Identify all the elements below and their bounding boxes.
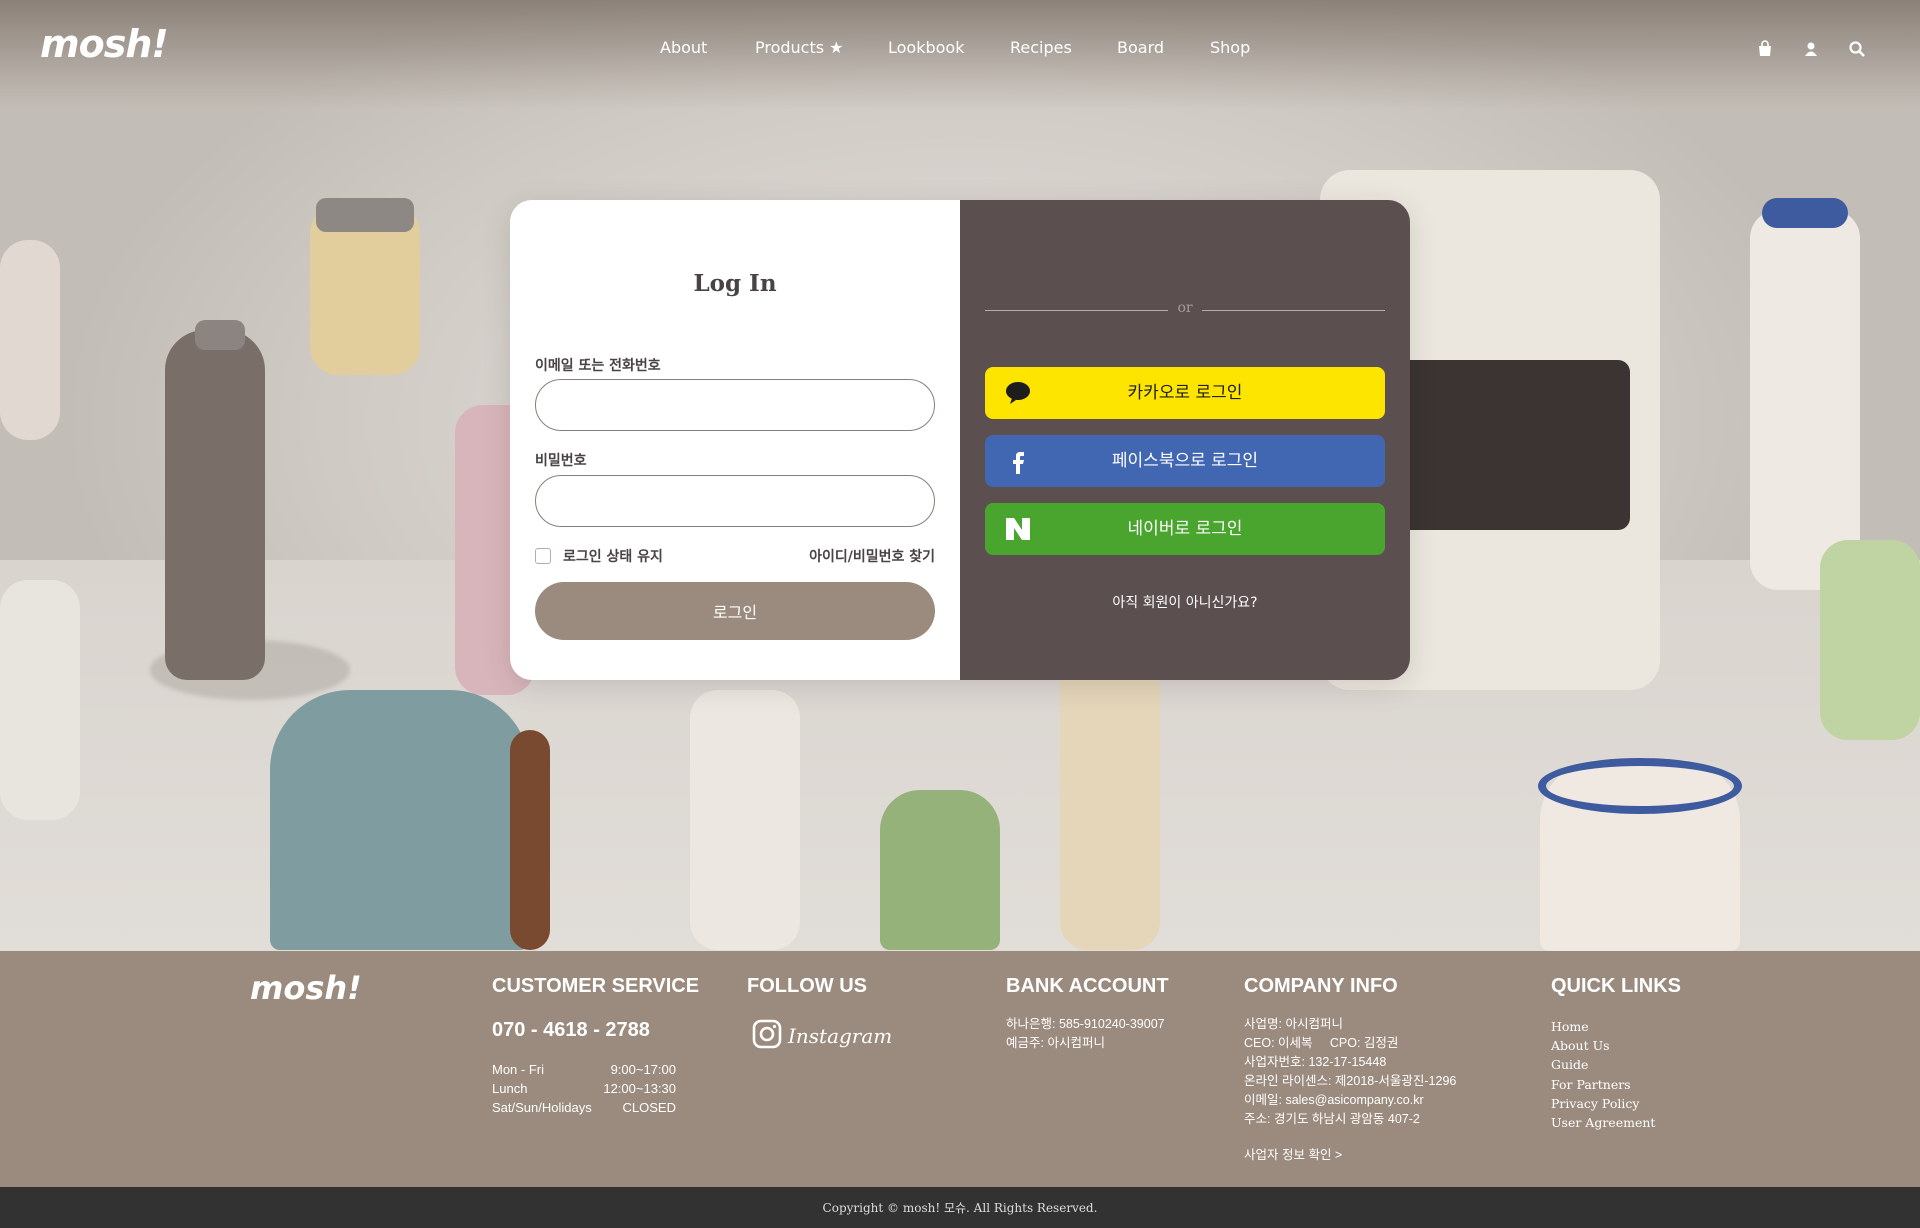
nav-shop[interactable]: Shop <box>1210 38 1250 57</box>
signup-link[interactable]: 아직 회원이 아니신가요? <box>960 592 1410 612</box>
keep-logged-in-checkbox[interactable] <box>535 548 551 564</box>
quick-link-guide[interactable]: Guide <box>1551 1055 1655 1074</box>
quick-link-about[interactable]: About Us <box>1551 1036 1655 1055</box>
company-info-heading: COMPANY INFO <box>1244 975 1398 997</box>
naver-login-label: 네이버로 로그인 <box>1127 519 1243 539</box>
footer-logo[interactable]: mosh! <box>250 969 362 1007</box>
copyright-bar: Copyright © mosh! 모슈. All Rights Reserve… <box>0 1187 1920 1228</box>
hours-time: CLOSED <box>622 1100 676 1115</box>
red-bottle-image <box>0 240 60 440</box>
facebook-login-label: 페이스북으로 로그인 <box>1111 451 1259 471</box>
green-jar-image <box>1820 540 1920 740</box>
quick-link-home[interactable]: Home <box>1551 1017 1655 1036</box>
company-line: 이메일: sales@asicompany.co.kr <box>1244 1093 1424 1107</box>
search-icon[interactable] <box>1848 40 1866 58</box>
hours-time: 12:00~13:30 <box>603 1081 676 1096</box>
quick-link-privacy[interactable]: Privacy Policy <box>1551 1094 1655 1113</box>
facebook-login-button[interactable]: 페이스북으로 로그인 <box>985 435 1385 487</box>
quick-links: Home About Us Guide For Partners Privacy… <box>1551 1017 1655 1132</box>
company-line: 사업명: 아시컴퍼니 <box>1244 1017 1343 1031</box>
password-input[interactable] <box>535 475 935 527</box>
nav-about[interactable]: About <box>660 38 707 57</box>
social-login-panel: or 카카오로 로그인 페이스북으로 로그인 네이버로 로그인 아직 회원이 아… <box>960 200 1410 680</box>
main-nav: About Products ★ Lookbook Recipes Board … <box>0 38 1920 62</box>
find-id-password-link[interactable]: 아이디/비밀번호 찾기 <box>809 546 935 566</box>
login-card: Log In 이메일 또는 전화번호 비밀번호 로그인 상태 유지 아이디/비밀… <box>510 200 1410 680</box>
login-title: Log In <box>693 270 777 297</box>
divider <box>1202 310 1385 311</box>
green-bottle-image <box>880 790 1000 950</box>
company-line: 사업자번호: 132-17-15448 <box>1244 1055 1387 1069</box>
cream-bottle-image <box>690 690 800 950</box>
email-phone-label: 이메일 또는 전화번호 <box>535 358 661 374</box>
nav-board[interactable]: Board <box>1117 38 1164 57</box>
company-info: 사업명: 아시컴퍼니 CEO: 이세복 CPO: 김정권 사업자번호: 132-… <box>1244 1015 1456 1165</box>
quick-link-agreement[interactable]: User Agreement <box>1551 1113 1655 1132</box>
nav-recipes[interactable]: Recipes <box>1010 38 1072 57</box>
hours-time: 9:00~17:00 <box>610 1062 676 1077</box>
bank-line: 예금주: 아시컴퍼니 <box>1006 1036 1105 1050</box>
hours-day: Lunch <box>492 1081 528 1096</box>
kakao-login-label: 카카오로 로그인 <box>1127 383 1243 403</box>
instagram-link[interactable]: Instagram <box>752 1019 892 1053</box>
tall-cream-bottle-image <box>1060 660 1160 950</box>
instagram-label: Instagram <box>788 1024 893 1048</box>
company-line: CEO: 이세복 CPO: 김정권 <box>1244 1036 1399 1050</box>
business-hours: Mon - Fri 9:00~17:00 Lunch 12:00~13:30 S… <box>492 1062 676 1119</box>
site-header: mosh! About Products ★ Lookbook Recipes … <box>0 0 1920 100</box>
nav-lookbook[interactable]: Lookbook <box>888 38 964 57</box>
quick-links-heading: QUICK LINKS <box>1551 975 1681 997</box>
hours-day: Mon - Fri <box>492 1062 544 1077</box>
keep-logged-in-label: 로그인 상태 유지 <box>563 549 663 565</box>
nav-products[interactable]: Products ★ <box>755 38 844 57</box>
site-footer: mosh! CUSTOMER SERVICE 070 - 4618 - 2788… <box>0 951 1920 1187</box>
hours-row: Sat/Sun/Holidays CLOSED <box>492 1100 676 1119</box>
naver-login-button[interactable]: 네이버로 로그인 <box>985 503 1385 555</box>
hours-day: Sat/Sun/Holidays <box>492 1100 592 1115</box>
kakao-login-button[interactable]: 카카오로 로그인 <box>985 367 1385 419</box>
user-icon[interactable] <box>1802 40 1820 58</box>
password-label: 비밀번호 <box>535 453 587 469</box>
customer-service-heading: CUSTOMER SERVICE <box>492 975 700 997</box>
login-button[interactable]: 로그인 <box>535 582 935 640</box>
company-line: 주소: 경기도 하남시 광암동 407-2 <box>1244 1112 1420 1126</box>
keep-logged-in[interactable]: 로그인 상태 유지 <box>535 546 663 566</box>
instagram-icon <box>752 1019 782 1053</box>
copyright-text: Copyright © mosh! 모슈. All Rights Reserve… <box>822 1201 1098 1215</box>
company-line: 온라인 라이센스: 제2018-서울광진-1296 <box>1244 1074 1457 1088</box>
bank-account-heading: BANK ACCOUNT <box>1006 975 1169 997</box>
shopping-bag-icon[interactable] <box>1756 40 1774 58</box>
business-info-link[interactable]: 사업자 정보 확인 > <box>1244 1146 1456 1165</box>
kettle-image <box>270 690 530 950</box>
hours-row: Mon - Fri 9:00~17:00 <box>492 1062 676 1081</box>
white-bottle-image <box>1750 210 1860 590</box>
quick-link-partners[interactable]: For Partners <box>1551 1075 1655 1094</box>
email-phone-input[interactable] <box>535 379 935 431</box>
follow-us-heading: FOLLOW US <box>747 975 867 997</box>
bank-info: 하나은행: 585-910240-39007 예금주: 아시컴퍼니 <box>1006 1015 1165 1053</box>
or-divider-text: or <box>1177 300 1193 316</box>
customer-service-phone: 070 - 4618 - 2788 <box>492 1019 650 1041</box>
login-form-panel: Log In 이메일 또는 전화번호 비밀번호 로그인 상태 유지 아이디/비밀… <box>510 200 960 680</box>
bank-line: 하나은행: 585-910240-39007 <box>1006 1017 1165 1031</box>
bottle-image <box>165 330 265 680</box>
hours-row: Lunch 12:00~13:30 <box>492 1081 676 1100</box>
